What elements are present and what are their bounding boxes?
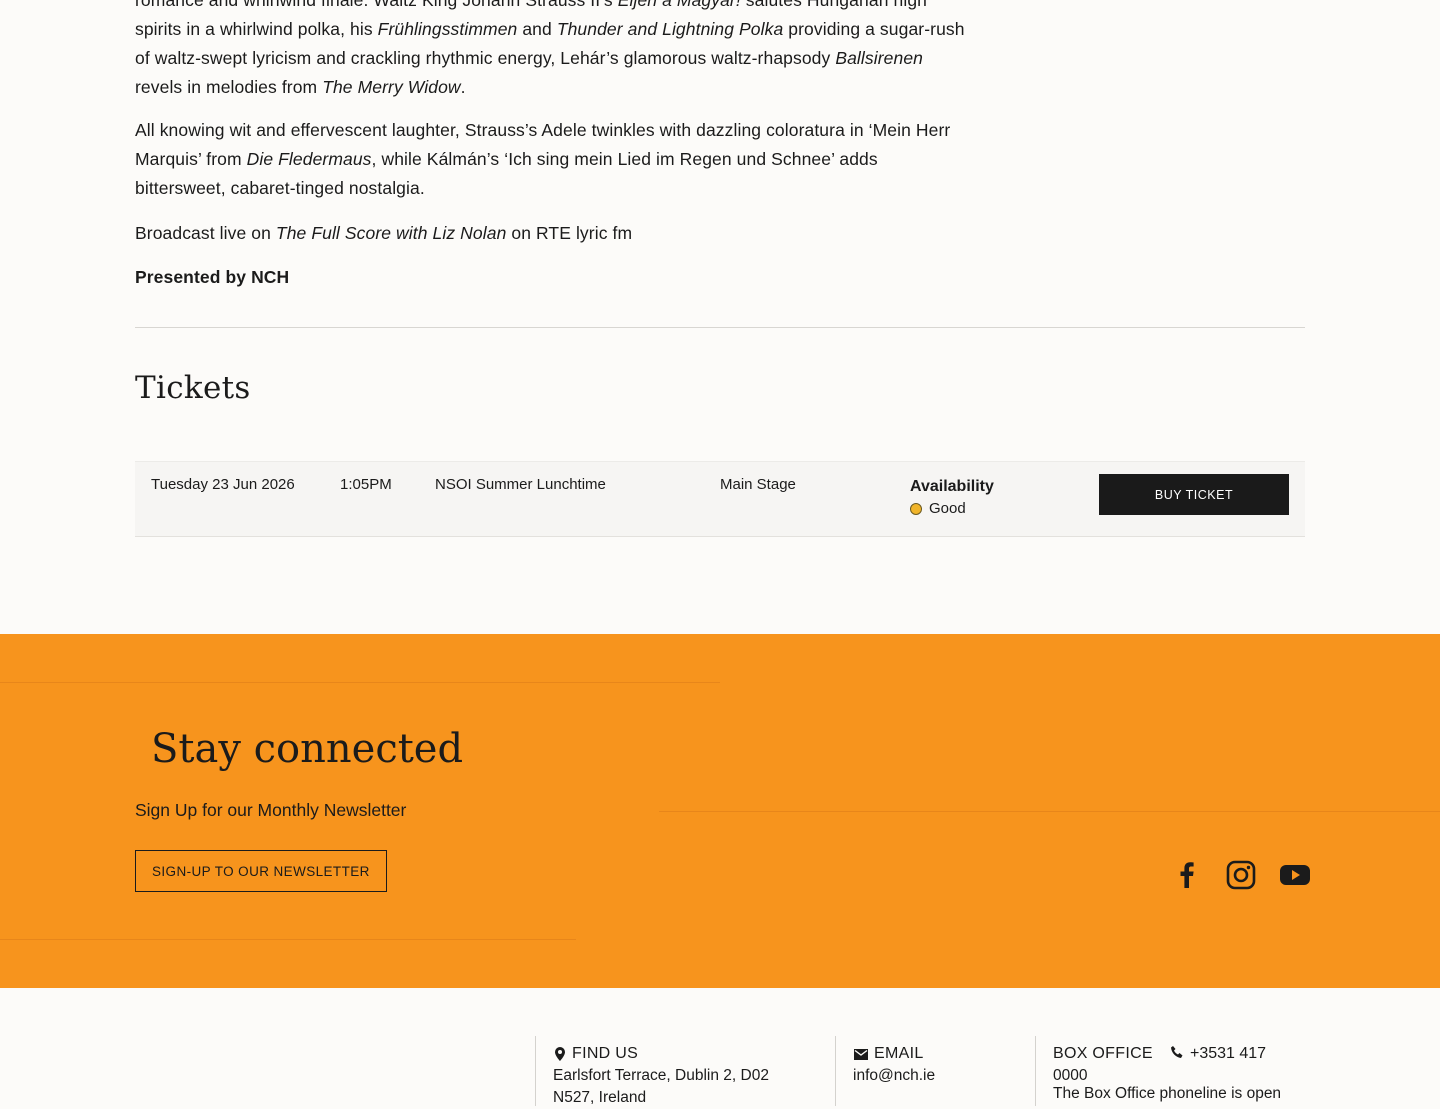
box-office-phone[interactable]: +3531 417	[1170, 1045, 1266, 1063]
phone-icon	[1171, 1046, 1183, 1058]
buy-ticket-button[interactable]: BUY TICKET	[1099, 474, 1289, 515]
availability-dot-icon	[910, 502, 922, 515]
address-line-2: N527, Ireland	[553, 1089, 647, 1106]
email-link[interactable]: info@nch.ie	[853, 1065, 935, 1087]
section-divider	[135, 327, 1305, 328]
ticket-availability: Availability Good	[910, 476, 994, 517]
facebook-icon[interactable]	[1170, 858, 1204, 892]
phone-number: +3531 417	[1190, 1045, 1267, 1062]
find-us-label: FIND US	[572, 1045, 639, 1062]
instagram-icon[interactable]	[1224, 858, 1258, 892]
footer-find-us: FIND US Earlsfort Terrace, Dublin 2, D02…	[535, 1036, 836, 1106]
location-pin-icon	[555, 1047, 565, 1061]
description-paragraph-2: All knowing wit and effervescent laughte…	[135, 120, 951, 198]
ticket-venue: Main Stage	[720, 476, 796, 493]
tickets-heading: Tickets	[135, 370, 251, 406]
address-line-1: Earlsfort Terrace, Dublin 2, D02	[553, 1067, 769, 1084]
decorative-line	[659, 811, 1440, 812]
address[interactable]: Earlsfort Terrace, Dublin 2, D02 N527, I…	[553, 1065, 769, 1109]
find-us-heading: FIND US	[553, 1045, 638, 1063]
decorative-line	[0, 939, 576, 940]
presented-by: Presented by NCH	[135, 267, 290, 287]
footer-email: EMAIL info@nch.ie	[835, 1036, 1036, 1106]
decorative-line	[0, 682, 720, 683]
ticket-row: Tuesday 23 Jun 2026 1:05PM NSOI Summer L…	[135, 461, 1305, 537]
footer-box-office: BOX OFFICE +3531 417 0000 The Box Office…	[1035, 1036, 1306, 1106]
availability-value: Good	[929, 500, 966, 517]
broadcast-paragraph: Broadcast live on The Full Score with Li…	[135, 223, 633, 243]
box-office-note: The Box Office phoneline is open	[1053, 1085, 1282, 1102]
availability-status: Good	[910, 500, 994, 517]
ticket-time: 1:05PM	[340, 476, 392, 493]
footer: FIND US Earlsfort Terrace, Dublin 2, D02…	[0, 988, 1440, 1106]
social-links	[1170, 858, 1312, 892]
newsletter-subtitle: Sign Up for our Monthly Newsletter	[135, 800, 407, 820]
youtube-icon[interactable]	[1278, 858, 1312, 892]
phone-number-cont: 0000	[1053, 1067, 1088, 1084]
email-heading: EMAIL	[853, 1045, 924, 1063]
availability-label: Availability	[910, 478, 994, 495]
box-office-label: BOX OFFICE	[1053, 1045, 1153, 1062]
newsletter-heading: Stay connected	[151, 726, 464, 772]
newsletter-section: Stay connected Sign Up for our Monthly N…	[0, 634, 1440, 988]
mail-icon	[854, 1048, 868, 1060]
email-label: EMAIL	[874, 1045, 924, 1062]
ticket-event-name: NSOI Summer Lunchtime	[435, 476, 606, 493]
description-paragraph-1: romance and whirlwind finale. Waltz King…	[135, 0, 965, 97]
ticket-date: Tuesday 23 Jun 2026	[151, 476, 295, 493]
newsletter-signup-button[interactable]: SIGN-UP TO OUR NEWSLETTER	[135, 850, 387, 892]
